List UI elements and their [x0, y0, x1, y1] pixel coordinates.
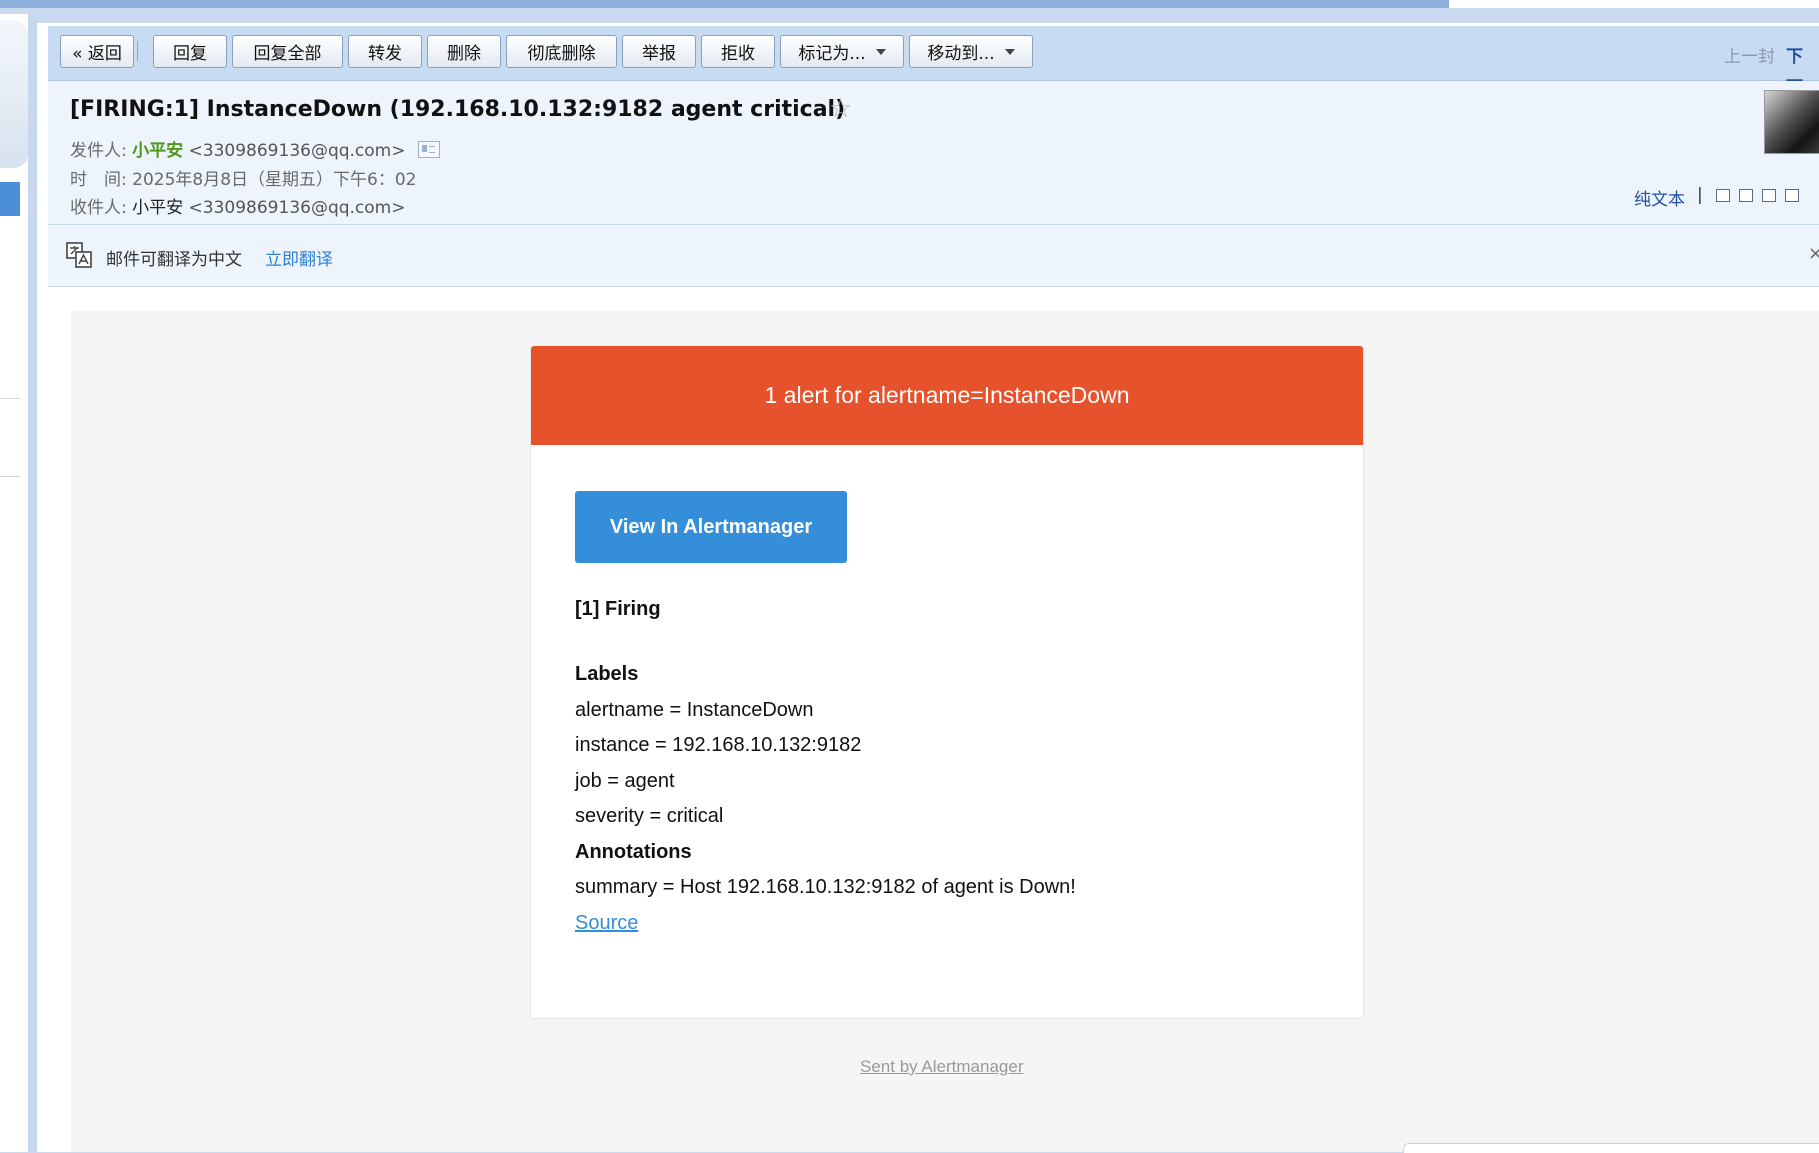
delete-button[interactable]: 删除 [427, 35, 501, 68]
recipient-name[interactable]: 小平安 [132, 198, 183, 218]
chevron-down-icon [875, 48, 886, 55]
new-window-icon[interactable] [1716, 189, 1730, 202]
delete-forever-button[interactable]: 彻底删除 [506, 35, 617, 68]
left-logo-bubble [0, 20, 28, 168]
annotation-line: summary = Host 192.168.10.132:9182 of ag… [575, 876, 1076, 898]
label-line: job = agent [575, 770, 675, 792]
sender-name[interactable]: 小平安 [132, 141, 183, 161]
to-label: 收件人: [70, 198, 127, 218]
source-row: Source [575, 912, 638, 935]
mail-toolbar: « 返回 回复 回复全部 转发 删除 彻底删除 举报 拒收 标记为... 移动到… [48, 26, 1819, 81]
move-to-label: 移动到... [927, 44, 995, 64]
page-icon[interactable] [1739, 189, 1753, 202]
prev-mail-link[interactable]: 上一封 [1724, 42, 1775, 67]
star-icon[interactable]: ☆ [829, 96, 852, 122]
view-in-alertmanager-button[interactable]: View In Alertmanager [575, 491, 847, 563]
plain-text-link[interactable]: 纯文本 [1634, 185, 1685, 210]
source-link[interactable]: Source [575, 912, 638, 934]
label-line: instance = 192.168.10.132:9182 [575, 734, 862, 756]
alert-header: 1 alert for alertname=InstanceDown [531, 346, 1363, 445]
reply-all-button[interactable]: 回复全部 [232, 35, 343, 68]
reply-button[interactable]: 回复 [153, 35, 227, 68]
time-row: 时 间: 2025年8月8日（星期五）下午6：02 [70, 165, 416, 190]
firing-heading: [1] Firing [575, 598, 661, 620]
sent-by-alertmanager-link[interactable]: Sent by Alertmanager [860, 1057, 1023, 1077]
recipient-row: 收件人: 小平安 <3309869136@qq.com> [70, 193, 406, 218]
label-line: alertname = InstanceDown [575, 699, 814, 721]
sender-address: <3309869136@qq.com> [188, 141, 406, 161]
left-divider [0, 398, 20, 399]
annotations-heading: Annotations [575, 841, 692, 863]
mail-subject: [FIRING:1] InstanceDown (192.168.10.132:… [70, 97, 846, 122]
left-divider [0, 476, 20, 477]
translate-icon [66, 242, 92, 268]
alert-card [530, 346, 1364, 1019]
vcard-icon[interactable] [417, 141, 440, 158]
avatar[interactable] [1764, 90, 1819, 154]
time-value: 2025年8月8日（星期五）下午6：02 [132, 170, 417, 190]
time-label: 时 间: [70, 170, 127, 190]
label-line: severity = critical [575, 805, 724, 827]
labels-heading: Labels [575, 663, 639, 685]
sender-row: 发件人: 小平安 <3309869136@qq.com> [70, 136, 440, 161]
move-to-dropdown[interactable]: 移动到... [909, 35, 1033, 68]
translate-now-link[interactable]: 立即翻译 [265, 245, 333, 270]
toolbar-separator [137, 41, 138, 61]
reject-button[interactable]: 拒收 [701, 35, 775, 68]
left-active-tab[interactable] [0, 182, 20, 216]
close-icon[interactable]: × [1808, 243, 1819, 264]
translate-message: 邮件可翻译为中文 [106, 250, 242, 270]
print-icon[interactable] [1785, 189, 1799, 202]
left-gutter [28, 14, 37, 1152]
back-button[interactable]: « 返回 [60, 35, 134, 68]
chevron-down-icon [1004, 48, 1015, 55]
recipient-address: <3309869136@qq.com> [188, 198, 406, 218]
report-button[interactable]: 举报 [622, 35, 696, 68]
download-icon[interactable] [1762, 189, 1776, 202]
forward-button[interactable]: 转发 [348, 35, 422, 68]
mark-as-dropdown[interactable]: 标记为... [780, 35, 904, 68]
header-divider: | [1697, 185, 1703, 205]
mark-as-label: 标记为... [798, 44, 866, 64]
from-label: 发件人: [70, 141, 127, 161]
top-strip-tab [1449, 0, 1819, 8]
